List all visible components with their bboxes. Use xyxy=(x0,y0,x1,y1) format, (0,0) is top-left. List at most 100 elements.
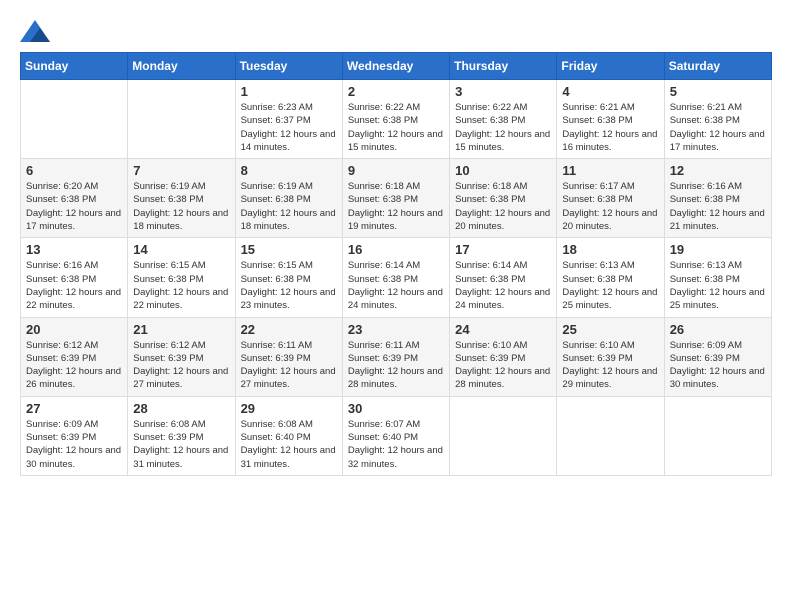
calendar-cell: 24 Sunrise: 6:10 AM Sunset: 6:39 PM Dayli… xyxy=(450,317,557,396)
calendar-cell: 16 Sunrise: 6:14 AM Sunset: 6:38 PM Dayli… xyxy=(342,238,449,317)
calendar-cell: 21Sunrise: 6:12 AM Sunset: 6:39 PM Dayli… xyxy=(128,317,235,396)
day-info: Sunrise: 6:18 AM Sunset: 6:38 PM Dayligh… xyxy=(455,180,551,233)
calendar-header-row: SundayMondayTuesdayWednesdayThursdayFrid… xyxy=(21,53,772,80)
calendar-cell: 8 Sunrise: 6:19 AM Sunset: 6:38 PM Daylig… xyxy=(235,159,342,238)
day-number: 11 xyxy=(562,163,658,178)
calendar-cell: 22 Sunrise: 6:11 AM Sunset: 6:39 PM Dayli… xyxy=(235,317,342,396)
day-info: Sunrise: 6:19 AM Sunset: 6:38 PM Dayligh… xyxy=(133,180,229,233)
day-info: Sunrise: 6:09 AM Sunset: 6:39 PM Dayligh… xyxy=(26,418,122,471)
calendar-cell: 20Sunrise: 6:12 AM Sunset: 6:39 PM Dayli… xyxy=(21,317,128,396)
calendar-cell: 2 Sunrise: 6:22 AM Sunset: 6:38 PM Daylig… xyxy=(342,80,449,159)
week-row-4: 27 Sunrise: 6:09 AM Sunset: 6:39 PM Dayli… xyxy=(21,396,772,475)
calendar-cell: 14 Sunrise: 6:15 AM Sunset: 6:38 PM Dayli… xyxy=(128,238,235,317)
day-info: Sunrise: 6:08 AM Sunset: 6:39 PM Dayligh… xyxy=(133,418,229,471)
day-number: 4 xyxy=(562,84,658,99)
calendar-cell: 27 Sunrise: 6:09 AM Sunset: 6:39 PM Dayli… xyxy=(21,396,128,475)
calendar-cell: 15 Sunrise: 6:15 AM Sunset: 6:38 PM Dayli… xyxy=(235,238,342,317)
day-number: 18 xyxy=(562,242,658,257)
day-number: 1 xyxy=(241,84,337,99)
calendar-cell: 9 Sunrise: 6:18 AM Sunset: 6:38 PM Daylig… xyxy=(342,159,449,238)
day-info: Sunrise: 6:13 AM Sunset: 6:38 PM Dayligh… xyxy=(670,259,766,312)
header-tuesday: Tuesday xyxy=(235,53,342,80)
calendar-cell: 26 Sunrise: 6:09 AM Sunset: 6:39 PM Dayli… xyxy=(664,317,771,396)
day-number: 13 xyxy=(26,242,122,257)
calendar-cell: 6 Sunrise: 6:20 AM Sunset: 6:38 PM Daylig… xyxy=(21,159,128,238)
day-number: 16 xyxy=(348,242,444,257)
calendar-cell: 29Sunrise: 6:08 AM Sunset: 6:40 PM Dayli… xyxy=(235,396,342,475)
header-monday: Monday xyxy=(128,53,235,80)
day-number: 22 xyxy=(241,322,337,337)
day-number: 28 xyxy=(133,401,229,416)
day-info: Sunrise: 6:15 AM Sunset: 6:38 PM Dayligh… xyxy=(133,259,229,312)
week-row-3: 20Sunrise: 6:12 AM Sunset: 6:39 PM Dayli… xyxy=(21,317,772,396)
day-info: Sunrise: 6:12 AM Sunset: 6:39 PM Dayligh… xyxy=(133,339,229,392)
day-number: 25 xyxy=(562,322,658,337)
calendar-cell xyxy=(664,396,771,475)
day-number: 23 xyxy=(348,322,444,337)
day-number: 19 xyxy=(670,242,766,257)
day-info: Sunrise: 6:12 AM Sunset: 6:39 PM Dayligh… xyxy=(26,339,122,392)
day-number: 12 xyxy=(670,163,766,178)
calendar-cell: 3Sunrise: 6:22 AM Sunset: 6:38 PM Daylig… xyxy=(450,80,557,159)
calendar-cell: 17Sunrise: 6:14 AM Sunset: 6:38 PM Dayli… xyxy=(450,238,557,317)
day-number: 26 xyxy=(670,322,766,337)
day-info: Sunrise: 6:20 AM Sunset: 6:38 PM Dayligh… xyxy=(26,180,122,233)
week-row-2: 13 Sunrise: 6:16 AM Sunset: 6:38 PM Dayli… xyxy=(21,238,772,317)
calendar-cell: 30Sunrise: 6:07 AM Sunset: 6:40 PM Dayli… xyxy=(342,396,449,475)
calendar-cell: 23 Sunrise: 6:11 AM Sunset: 6:39 PM Dayli… xyxy=(342,317,449,396)
day-info: Sunrise: 6:15 AM Sunset: 6:38 PM Dayligh… xyxy=(241,259,337,312)
header-saturday: Saturday xyxy=(664,53,771,80)
header-wednesday: Wednesday xyxy=(342,53,449,80)
calendar-cell: 10 Sunrise: 6:18 AM Sunset: 6:38 PM Dayli… xyxy=(450,159,557,238)
day-info: Sunrise: 6:13 AM Sunset: 6:38 PM Dayligh… xyxy=(562,259,658,312)
header-sunday: Sunday xyxy=(21,53,128,80)
calendar-cell: 5 Sunrise: 6:21 AM Sunset: 6:38 PM Daylig… xyxy=(664,80,771,159)
day-number: 2 xyxy=(348,84,444,99)
day-info: Sunrise: 6:16 AM Sunset: 6:38 PM Dayligh… xyxy=(670,180,766,233)
day-number: 15 xyxy=(241,242,337,257)
calendar-table: SundayMondayTuesdayWednesdayThursdayFrid… xyxy=(20,52,772,476)
day-number: 5 xyxy=(670,84,766,99)
calendar-cell: 4Sunrise: 6:21 AM Sunset: 6:38 PM Daylig… xyxy=(557,80,664,159)
header-thursday: Thursday xyxy=(450,53,557,80)
day-info: Sunrise: 6:11 AM Sunset: 6:39 PM Dayligh… xyxy=(348,339,444,392)
calendar-cell: 13 Sunrise: 6:16 AM Sunset: 6:38 PM Dayli… xyxy=(21,238,128,317)
day-info: Sunrise: 6:10 AM Sunset: 6:39 PM Dayligh… xyxy=(562,339,658,392)
day-number: 6 xyxy=(26,163,122,178)
day-info: Sunrise: 6:18 AM Sunset: 6:38 PM Dayligh… xyxy=(348,180,444,233)
calendar-cell: 18 Sunrise: 6:13 AM Sunset: 6:38 PM Dayli… xyxy=(557,238,664,317)
day-info: Sunrise: 6:16 AM Sunset: 6:38 PM Dayligh… xyxy=(26,259,122,312)
day-number: 24 xyxy=(455,322,551,337)
day-info: Sunrise: 6:10 AM Sunset: 6:39 PM Dayligh… xyxy=(455,339,551,392)
day-number: 10 xyxy=(455,163,551,178)
week-row-0: 1 Sunrise: 6:23 AM Sunset: 6:37 PM Daylig… xyxy=(21,80,772,159)
calendar-cell: 1 Sunrise: 6:23 AM Sunset: 6:37 PM Daylig… xyxy=(235,80,342,159)
day-number: 9 xyxy=(348,163,444,178)
day-info: Sunrise: 6:22 AM Sunset: 6:38 PM Dayligh… xyxy=(455,101,551,154)
day-info: Sunrise: 6:17 AM Sunset: 6:38 PM Dayligh… xyxy=(562,180,658,233)
logo-icon xyxy=(20,20,50,42)
calendar-cell xyxy=(128,80,235,159)
calendar-cell: 7 Sunrise: 6:19 AM Sunset: 6:38 PM Daylig… xyxy=(128,159,235,238)
day-info: Sunrise: 6:09 AM Sunset: 6:39 PM Dayligh… xyxy=(670,339,766,392)
day-number: 7 xyxy=(133,163,229,178)
day-number: 8 xyxy=(241,163,337,178)
day-number: 14 xyxy=(133,242,229,257)
day-info: Sunrise: 6:23 AM Sunset: 6:37 PM Dayligh… xyxy=(241,101,337,154)
calendar-cell xyxy=(557,396,664,475)
week-row-1: 6 Sunrise: 6:20 AM Sunset: 6:38 PM Daylig… xyxy=(21,159,772,238)
day-info: Sunrise: 6:14 AM Sunset: 6:38 PM Dayligh… xyxy=(455,259,551,312)
day-info: Sunrise: 6:14 AM Sunset: 6:38 PM Dayligh… xyxy=(348,259,444,312)
day-info: Sunrise: 6:22 AM Sunset: 6:38 PM Dayligh… xyxy=(348,101,444,154)
calendar-cell: 12 Sunrise: 6:16 AM Sunset: 6:38 PM Dayli… xyxy=(664,159,771,238)
day-info: Sunrise: 6:11 AM Sunset: 6:39 PM Dayligh… xyxy=(241,339,337,392)
calendar-cell xyxy=(450,396,557,475)
calendar-cell: 25 Sunrise: 6:10 AM Sunset: 6:39 PM Dayli… xyxy=(557,317,664,396)
day-number: 30 xyxy=(348,401,444,416)
day-number: 27 xyxy=(26,401,122,416)
day-info: Sunrise: 6:21 AM Sunset: 6:38 PM Dayligh… xyxy=(670,101,766,154)
day-info: Sunrise: 6:08 AM Sunset: 6:40 PM Dayligh… xyxy=(241,418,337,471)
day-info: Sunrise: 6:19 AM Sunset: 6:38 PM Dayligh… xyxy=(241,180,337,233)
header-friday: Friday xyxy=(557,53,664,80)
calendar-cell: 28 Sunrise: 6:08 AM Sunset: 6:39 PM Dayli… xyxy=(128,396,235,475)
